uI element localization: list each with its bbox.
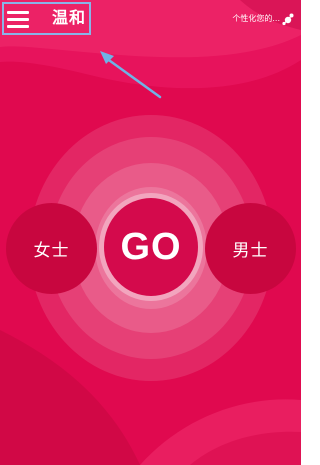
female-button[interactable]: 女士 (6, 203, 97, 294)
hamburger-menu-icon[interactable] (7, 11, 29, 28)
settings-icon (282, 13, 294, 26)
personalize-label: 个性化您的... (232, 14, 280, 23)
go-label: GO (120, 225, 182, 268)
female-label: 女士 (33, 241, 70, 261)
mode-label[interactable]: 温和 (52, 8, 86, 28)
personalize-link[interactable]: 个性化您的... (232, 12, 295, 26)
app-screen: 温和 个性化您的... 女士 GO 男士 (0, 0, 301, 465)
top-bar: 温和 个性化您的... (0, 0, 301, 44)
male-button[interactable]: 男士 (205, 203, 296, 294)
go-button[interactable]: GO (104, 198, 198, 296)
male-label: 男士 (232, 241, 269, 261)
